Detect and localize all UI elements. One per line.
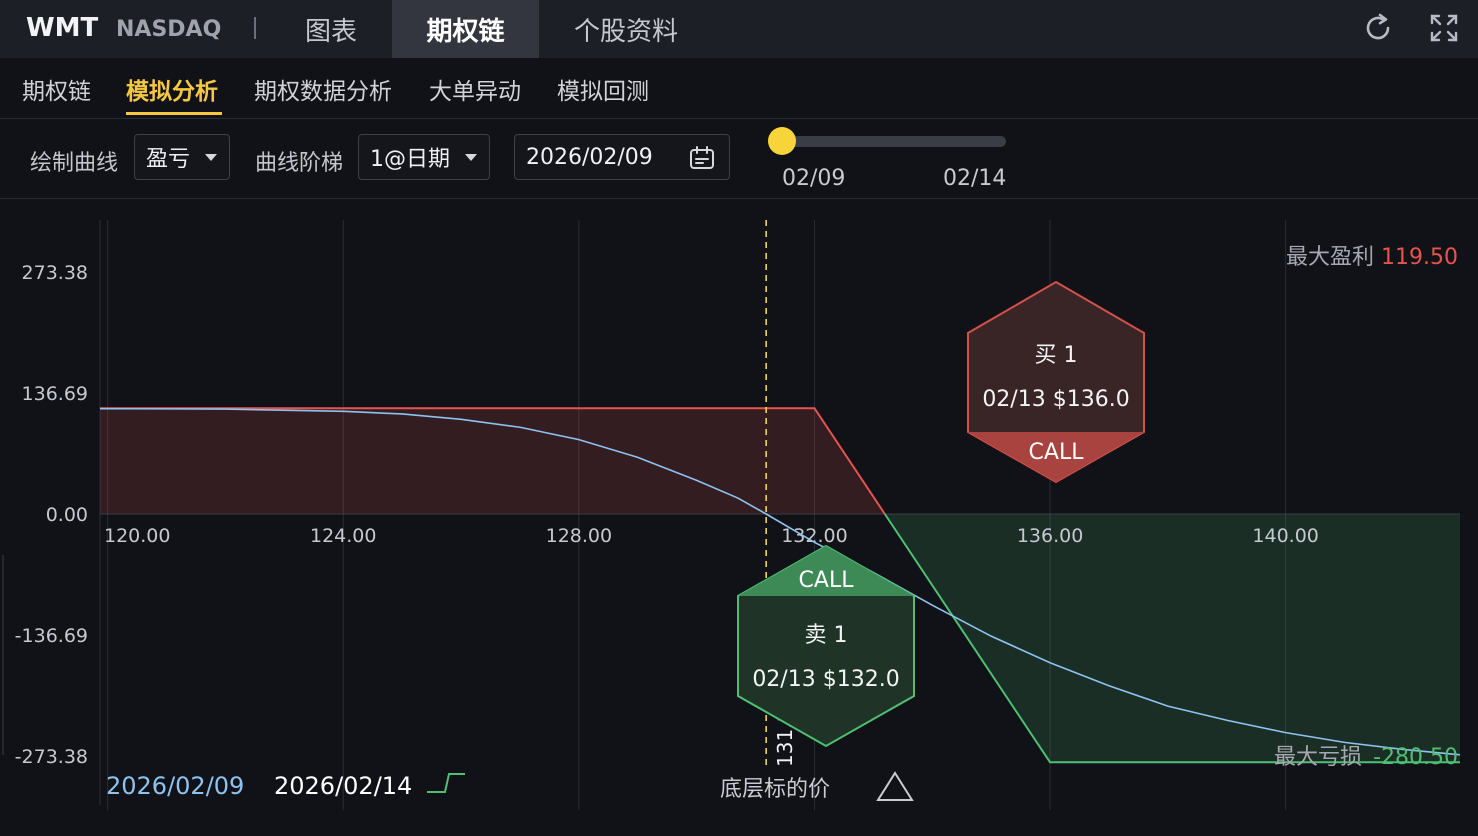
curve-dropdown[interactable]: 盈亏 (134, 134, 230, 180)
tab-chart[interactable]: 图表 (270, 0, 392, 58)
max-profit-label: 最大盈利 (1286, 245, 1374, 270)
refresh-icon[interactable] (1362, 12, 1394, 44)
curve-label: 绘制曲线 (30, 151, 119, 176)
leg-buy-action: 买 1 (1035, 343, 1078, 368)
x-tick-label: 120.00 (104, 525, 170, 547)
max-profit-value: 119.50 (1381, 245, 1458, 270)
step-label: 曲线阶梯 (255, 151, 344, 176)
triangle-up-icon[interactable] (876, 771, 914, 801)
tab-option-chain[interactable]: 期权链 (392, 0, 539, 58)
x-tick-label: 140.00 (1252, 525, 1318, 547)
legend-expiry-date[interactable]: 2026/02/14 (274, 772, 412, 800)
exchange-name: NASDAQ (116, 17, 222, 42)
x-tick-label: 136.00 (1017, 525, 1083, 547)
y-tick-label: 136.69 (22, 383, 88, 405)
loss-area (884, 514, 1460, 763)
subtab-option-chain[interactable]: 期权链 (22, 72, 91, 106)
leg-sell-type: CALL (799, 568, 855, 593)
step-dropdown-value: 1@日期 (370, 147, 450, 172)
slider-tick-end: 02/14 (943, 166, 1007, 191)
max-loss-label: 最大亏损 (1274, 745, 1362, 770)
options-analysis-app: WMT NASDAQ 图表 期权链 个股资料 期权链 模拟分析 期权数据分析 大… (0, 0, 1478, 836)
chevron-down-icon (205, 154, 217, 161)
controls-divider (0, 198, 1478, 199)
subtab-option-data-analysis[interactable]: 期权数据分析 (254, 72, 392, 106)
active-subtab-indicator (126, 112, 222, 115)
subtab-large-orders[interactable]: 大单异动 (429, 72, 521, 106)
x-tick-label: 124.00 (310, 525, 376, 547)
slider-tick-start: 02/09 (782, 166, 846, 191)
leg-sell-detail: 02/13 $132.0 (752, 667, 899, 692)
y-tick-label: -136.69 (15, 625, 88, 647)
pnl-chart: 273.38 136.69 0.00 -136.69 -273.38 120.00 124… (2, 220, 1461, 810)
date-slider-handle[interactable] (768, 127, 796, 155)
ticker-symbol: WMT (26, 13, 99, 43)
leg-buy-type: CALL (1029, 440, 1085, 465)
date-value: 2026/02/09 (526, 144, 653, 170)
y-tick-label: 0.00 (46, 504, 88, 526)
step-dropdown[interactable]: 1@日期 (358, 134, 490, 180)
subtab-simulation[interactable]: 模拟分析 (126, 72, 218, 106)
y-tick-label: 273.38 (22, 262, 88, 284)
calendar-icon[interactable] (689, 146, 715, 170)
x-tick-label: 128.00 (546, 525, 612, 547)
curve-dropdown-value: 盈亏 (146, 147, 191, 172)
legend-payoff-icon (427, 773, 465, 793)
subtab-divider (0, 118, 1478, 119)
tab-stock-profile[interactable]: 个股资料 (539, 0, 713, 58)
date-picker[interactable]: 2026/02/09 (514, 134, 730, 180)
legend-today-date[interactable]: 2026/02/09 (106, 772, 244, 800)
header-divider (254, 17, 256, 39)
date-slider-track[interactable] (782, 136, 1006, 147)
top-header: WMT NASDAQ 图表 期权链 个股资料 (0, 0, 1478, 58)
fullscreen-icon[interactable] (1428, 12, 1460, 44)
leg-buy-detail: 02/13 $136.0 (982, 387, 1129, 412)
chevron-down-icon (465, 154, 477, 161)
leg-sell-call[interactable]: CALL 卖 1 02/13 $132.0 (737, 544, 915, 748)
subtab-backtest[interactable]: 模拟回测 (557, 72, 649, 106)
leg-sell-action: 卖 1 (805, 623, 848, 648)
leg-buy-call[interactable]: 买 1 02/13 $136.0 CALL (967, 280, 1145, 484)
y-tick-label: -273.38 (15, 746, 88, 768)
y-axis-ticks: 273.38 136.69 0.00 -136.69 -273.38 (15, 262, 88, 768)
underlying-axis-label: 底层标的价 (720, 777, 830, 802)
max-loss-value: -280.50 (1373, 745, 1458, 770)
